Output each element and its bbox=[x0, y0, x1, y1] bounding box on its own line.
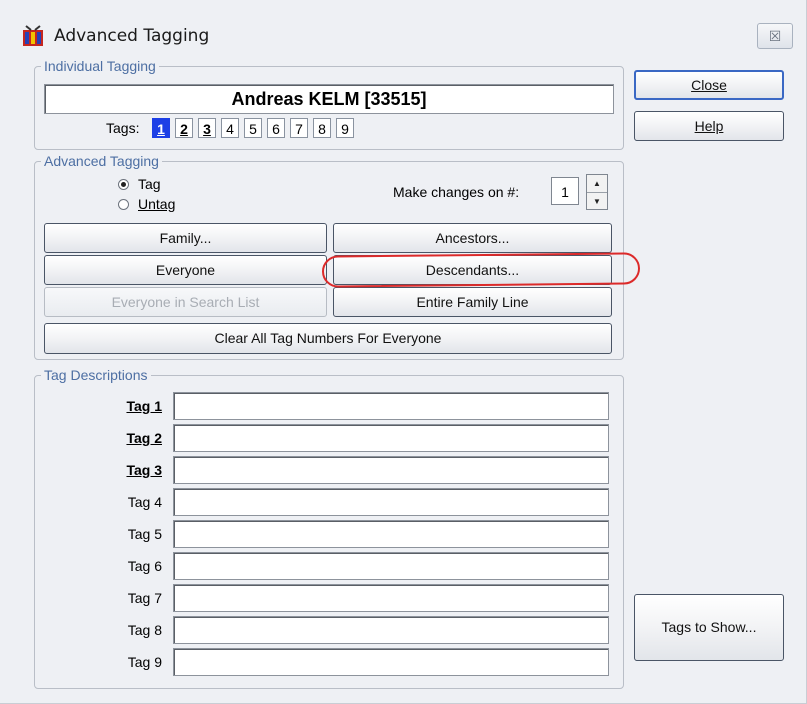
tag-description-label: Tag 2 bbox=[126, 430, 162, 446]
tag-radio-label: Tag bbox=[138, 176, 161, 192]
spin-down-icon[interactable]: ▼ bbox=[587, 193, 607, 210]
tags-to-show-button[interactable]: Tags to Show... bbox=[634, 594, 784, 661]
everyone-button[interactable]: Everyone bbox=[44, 255, 327, 285]
tags-label: Tags: bbox=[106, 120, 140, 136]
tag-number-5[interactable]: 5 bbox=[244, 118, 262, 138]
spin-up-icon[interactable]: ▲ bbox=[587, 175, 607, 193]
tag-number-3[interactable]: 3 bbox=[198, 118, 216, 138]
tag-description-label: Tag 1 bbox=[126, 398, 162, 414]
make-changes-input[interactable]: 1 bbox=[551, 177, 579, 205]
title-bar: Advanced Tagging ☒ bbox=[0, 18, 806, 58]
tag-description-label: Tag 3 bbox=[126, 462, 162, 478]
tag-number-6[interactable]: 6 bbox=[267, 118, 285, 138]
make-changes-spinner[interactable]: ▲ ▼ bbox=[586, 174, 608, 210]
family-button[interactable]: Family... bbox=[44, 223, 327, 253]
tag-descriptions-legend: Tag Descriptions bbox=[44, 367, 148, 383]
everyone-in-search-list-button: Everyone in Search List bbox=[44, 287, 327, 317]
clear-all-tags-button[interactable]: Clear All Tag Numbers For Everyone bbox=[44, 323, 612, 354]
tag-number-2[interactable]: 2 bbox=[175, 118, 193, 138]
tag-radio-dot[interactable] bbox=[118, 179, 129, 190]
advanced-tagging-dialog: Advanced Tagging ☒ Individual Tagging An… bbox=[0, 0, 807, 704]
tag-description-input[interactable] bbox=[173, 616, 609, 644]
ancestors-button[interactable]: Ancestors... bbox=[333, 223, 612, 253]
untag-radio-dot[interactable] bbox=[118, 199, 129, 210]
tag-description-label: Tag 5 bbox=[127, 526, 162, 542]
tag-description-input[interactable] bbox=[173, 648, 609, 676]
tag-number-9[interactable]: 9 bbox=[336, 118, 354, 138]
tag-description-input[interactable] bbox=[173, 552, 609, 580]
tag-number-8[interactable]: 8 bbox=[313, 118, 331, 138]
tag-description-label: Tag 8 bbox=[127, 622, 162, 638]
tag-description-label: Tag 6 bbox=[127, 558, 162, 574]
untag-radio-label: Untag bbox=[138, 196, 176, 212]
close-button[interactable]: Close bbox=[634, 70, 784, 100]
tag-description-input[interactable] bbox=[173, 488, 609, 516]
family-tree-icon bbox=[23, 25, 43, 46]
tag-radio[interactable]: Tag bbox=[118, 176, 218, 194]
tag-number-1[interactable]: 1 bbox=[152, 118, 170, 138]
close-button-label: Close bbox=[691, 77, 727, 93]
tag-description-label: Tag 7 bbox=[127, 590, 162, 606]
tag-description-label: Tag 9 bbox=[127, 654, 162, 670]
tag-number-7[interactable]: 7 bbox=[290, 118, 308, 138]
tag-description-input[interactable] bbox=[173, 520, 609, 548]
untag-radio[interactable]: Untag bbox=[118, 196, 218, 214]
help-button[interactable]: Help bbox=[634, 111, 784, 141]
close-icon[interactable]: ☒ bbox=[757, 23, 793, 49]
tag-description-input[interactable] bbox=[173, 584, 609, 612]
tag-description-label: Tag 4 bbox=[127, 494, 162, 510]
tag-number-4[interactable]: 4 bbox=[221, 118, 239, 138]
individual-tagging-legend: Individual Tagging bbox=[44, 58, 156, 74]
make-changes-label: Make changes on #: bbox=[393, 184, 520, 200]
tag-description-input[interactable] bbox=[173, 392, 609, 420]
entire-family-line-button[interactable]: Entire Family Line bbox=[333, 287, 612, 317]
advanced-tagging-legend: Advanced Tagging bbox=[44, 153, 159, 169]
tag-description-input[interactable] bbox=[173, 456, 609, 484]
individual-name: Andreas KELM [33515] bbox=[44, 84, 614, 114]
descendants-button[interactable]: Descendants... bbox=[333, 255, 612, 285]
help-button-label: Help bbox=[694, 118, 724, 134]
tag-description-input[interactable] bbox=[173, 424, 609, 452]
window-title: Advanced Tagging bbox=[54, 26, 210, 46]
